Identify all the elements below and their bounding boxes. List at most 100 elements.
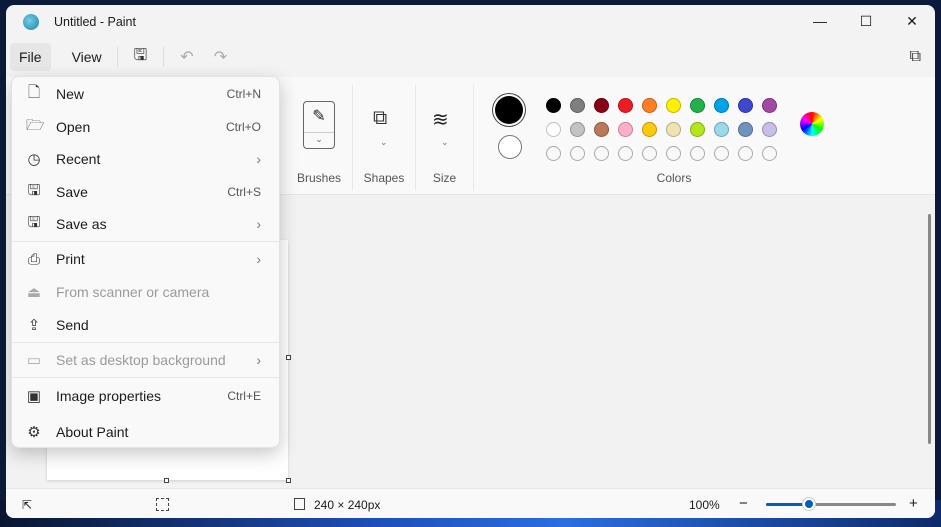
maximize-button[interactable]: ☐ <box>843 5 889 37</box>
selection-size-icon <box>156 498 169 511</box>
color-swatch[interactable] <box>642 98 657 113</box>
shapes-icon[interactable]: ⧉ <box>373 107 387 130</box>
menu-item-new[interactable]: 🗋 New Ctrl+N <box>16 78 275 110</box>
color-swatch[interactable] <box>714 122 729 137</box>
color-swatch[interactable] <box>570 98 585 113</box>
color-swatch[interactable] <box>570 122 585 137</box>
zoom-level[interactable]: 100% <box>689 498 720 512</box>
custom-color-slot[interactable] <box>738 146 753 161</box>
custom-color-slot[interactable] <box>594 146 609 161</box>
color-swatch[interactable] <box>642 122 657 137</box>
menu-item-shortcut: Ctrl+S <box>227 185 261 199</box>
shapes-group: ⧉ ⌄ Shapes <box>353 85 416 191</box>
brush-icon[interactable]: ✎ ⌄ <box>303 101 335 149</box>
color-swatch[interactable] <box>690 122 705 137</box>
menu-separator <box>12 342 279 343</box>
brushes-label: Brushes <box>296 171 342 185</box>
custom-color-slot[interactable] <box>546 146 561 161</box>
menu-item-shortcut: Ctrl+O <box>225 120 261 134</box>
divider <box>116 47 118 67</box>
menu-item-save-as[interactable]: 🖫 Save as › <box>16 208 275 240</box>
zoom-slider-thumb[interactable] <box>802 498 815 510</box>
resize-handle[interactable] <box>286 355 291 360</box>
custom-color-slot[interactable] <box>690 146 705 161</box>
menu-item-from-scanner-or-camera[interactable]: ⏏ From scanner or camera <box>16 276 275 308</box>
custom-color-slot[interactable] <box>618 146 633 161</box>
menu-item-open[interactable]: 🗁 Open Ctrl+O <box>16 111 275 143</box>
menu-item-icon: ⇪ <box>27 317 41 334</box>
custom-color-slot[interactable] <box>666 146 681 161</box>
chevron-right-icon: › <box>256 216 261 232</box>
edit-colors-icon[interactable] <box>800 112 824 136</box>
view-menu-button[interactable]: View <box>63 43 111 71</box>
menu-item-image-properties[interactable]: ▣ Image properties Ctrl+E <box>16 380 275 412</box>
menu-item-icon: 🖫 <box>27 181 41 199</box>
shapes-label: Shapes <box>363 171 405 185</box>
menu-item-icon: ▣ <box>26 388 42 405</box>
color-swatch[interactable] <box>666 98 681 113</box>
custom-color-slot[interactable] <box>642 146 657 161</box>
color-swatch[interactable] <box>690 98 705 113</box>
canvas-size-text: 240 × 240px <box>314 498 381 512</box>
undo-icon[interactable]: ↶ <box>170 47 203 67</box>
custom-color-slot[interactable] <box>714 146 729 161</box>
zoom-out-button[interactable]: − <box>739 495 748 512</box>
custom-color-slot[interactable] <box>762 146 777 161</box>
paint-app-icon <box>23 14 39 30</box>
menu-item-shortcut: Ctrl+E <box>227 389 261 403</box>
size-icon[interactable]: ≋ <box>432 107 449 132</box>
menu-item-icon: ◷ <box>27 151 41 168</box>
minimize-button[interactable]: — <box>797 5 843 37</box>
status-bar: ⇱ 240 × 240px 100% − + <box>6 488 935 518</box>
color-swatch[interactable] <box>546 122 561 137</box>
menu-item-shortcut: Ctrl+N <box>226 87 261 101</box>
divider <box>163 47 165 67</box>
menu-item-icon: ▭ <box>26 352 42 369</box>
color-swatch[interactable] <box>618 98 633 113</box>
color-swatch[interactable] <box>738 98 753 113</box>
file-menu-button[interactable]: File <box>10 43 51 71</box>
title-bar: Untitled - Paint — ☐ ✕ <box>6 5 935 39</box>
secondary-color[interactable] <box>498 135 522 159</box>
vertical-scrollbar[interactable] <box>928 214 931 444</box>
menu-item-send[interactable]: ⇪ Send <box>16 309 275 341</box>
color-swatch[interactable] <box>762 122 777 137</box>
menu-item-recent[interactable]: ◷ Recent › <box>16 143 275 175</box>
close-button[interactable]: ✕ <box>889 5 935 37</box>
menu-item-icon: 🖫 <box>27 213 41 231</box>
resize-handle[interactable] <box>164 478 169 483</box>
share-icon[interactable]: ⧉ <box>900 48 931 66</box>
color-swatch[interactable] <box>618 122 633 137</box>
color-swatch[interactable] <box>594 98 609 113</box>
chevron-right-icon: › <box>256 151 261 167</box>
menu-item-label: Set as desktop background <box>56 352 226 368</box>
menu-item-icon: 🗋 <box>27 83 41 101</box>
custom-color-slot[interactable] <box>570 146 585 161</box>
menu-item-label: Print <box>56 251 85 267</box>
canvas-size-icon <box>294 498 305 510</box>
menu-item-print[interactable]: ⎙ Print › <box>16 243 275 275</box>
menu-item-icon: ⏏ <box>26 284 42 301</box>
menu-item-label: Recent <box>56 151 101 167</box>
colors-group: Colors <box>474 85 854 191</box>
menu-item-icon: 🗁 <box>26 116 45 134</box>
menu-item-save[interactable]: 🖫 Save Ctrl+S <box>16 176 275 208</box>
color-swatch[interactable] <box>594 122 609 137</box>
menu-item-about-paint[interactable]: ⚙ About Paint <box>16 416 275 448</box>
menu-item-set-as-desktop-background[interactable]: ▭ Set as desktop background › <box>16 344 275 376</box>
file-menu: 🗋 New Ctrl+N 🗁 Open Ctrl+O ◷ Recent › 🖫 Save Ctrl+S… <box>11 76 280 448</box>
zoom-in-button[interactable]: + <box>909 495 918 512</box>
primary-color[interactable] <box>495 96 523 124</box>
color-swatch[interactable] <box>666 122 681 137</box>
color-swatch[interactable] <box>546 98 561 113</box>
resize-handle[interactable] <box>286 478 291 483</box>
cursor-position-icon: ⇱ <box>22 498 33 512</box>
color-swatch[interactable] <box>738 122 753 137</box>
color-swatch[interactable] <box>714 98 729 113</box>
save-icon[interactable]: 🖫 <box>124 44 158 71</box>
redo-icon[interactable]: ↷ <box>204 47 237 67</box>
brushes-group: ✎ ⌄ Brushes <box>286 85 353 191</box>
zoom-slider[interactable] <box>766 498 896 510</box>
color-swatch[interactable] <box>762 98 777 113</box>
chevron-down-icon: ⌄ <box>441 137 449 147</box>
